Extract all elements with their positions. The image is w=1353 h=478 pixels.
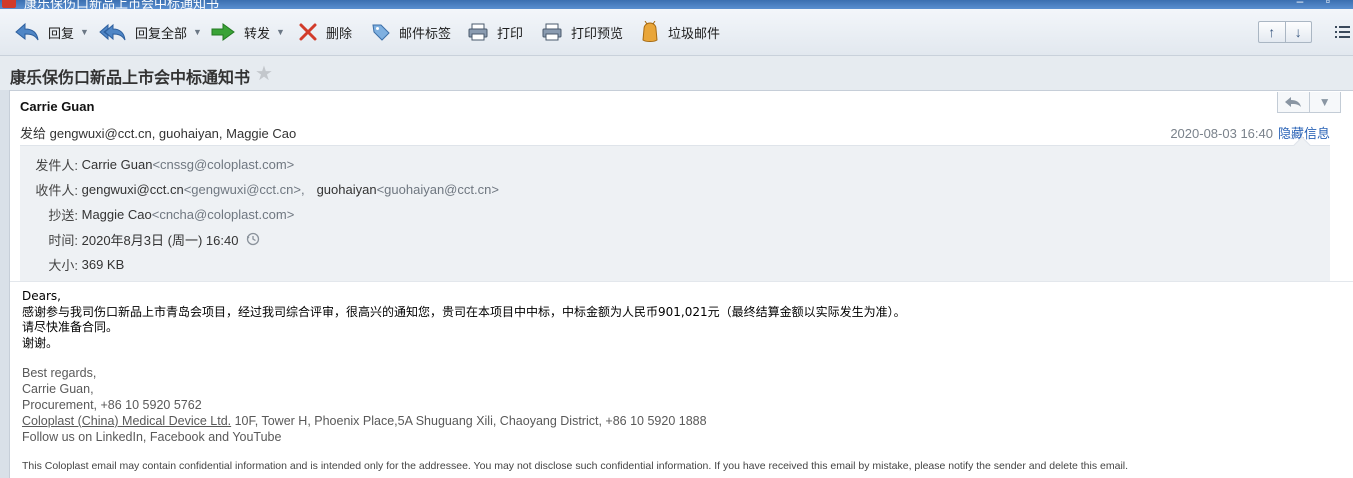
- arrow-down-icon: ↓: [1294, 24, 1302, 40]
- to-row: 收件人: gengwuxi@cct.cn <gengwuxi@cct.cn>, gu…: [35, 181, 499, 198]
- time-value: 2020年8月3日 (周一) 16:40: [81, 232, 239, 248]
- body-line: 谢谢。: [22, 335, 59, 350]
- to-address: <guohaiyan@cct.cn>: [376, 181, 499, 197]
- clock-icon[interactable]: [246, 232, 260, 246]
- size-row: 大小: 369 KB: [48, 256, 125, 273]
- next-message-button[interactable]: ↓: [1284, 22, 1312, 42]
- reply-icon: [1285, 97, 1302, 107]
- subject-bar: 康乐保伤口新品上市会中标通知书 ★: [0, 56, 1353, 90]
- cc-address: <cncha@coloplast.com>: [151, 206, 295, 222]
- chevron-down-icon[interactable]: ▼: [276, 27, 285, 37]
- forward-icon: [211, 23, 235, 41]
- from-name[interactable]: Carrie Guan: [82, 157, 153, 172]
- disclaimer: This Coloplast email may contain confide…: [22, 460, 1129, 472]
- message-nav-group: ↑ ↓: [1258, 21, 1312, 43]
- quick-reply-group: ▼: [1277, 92, 1341, 113]
- title-bar: 康乐保伤口新品上市会中标通知书 – ▫: [0, 0, 1353, 9]
- company-link[interactable]: Coloplast (China) Medical Device Ltd.: [22, 414, 231, 428]
- signature-address-line: Coloplast (China) Medical Device Ltd. 10…: [22, 413, 707, 429]
- printer-icon: [468, 23, 488, 41]
- date-line: 2020-08-03 16:40 隐藏信息: [1170, 123, 1330, 142]
- recipients-summary: 发给 gengwuxi@cct.cn, guohaiyan, Maggie Ca…: [20, 126, 297, 141]
- maximize-button[interactable]: ▫: [1318, 0, 1338, 8]
- from-row: 发件人: Carrie Guan <cnssg@coloplast.com>: [35, 156, 295, 173]
- reply-all-button[interactable]: 回复全部 ▼: [99, 20, 202, 44]
- toolbar: 回复 ▼ 回复全部 ▼ 转发 ▼ 删除 邮件标签 打印 打印预览 垃圾邮件 ↑ ↓: [0, 9, 1353, 56]
- print-button[interactable]: 打印: [467, 20, 523, 44]
- cc-name[interactable]: Maggie Cao: [82, 207, 152, 222]
- body-line: 感谢参与我司伤口新品上市青岛会项目，经过我司综合评审，很高兴的通知您，贵司在本项…: [22, 304, 906, 319]
- size-value: 369 KB: [81, 256, 125, 272]
- body-line: 请尽快准备合同。: [22, 320, 119, 334]
- chevron-down-icon[interactable]: ▼: [80, 27, 89, 37]
- reply-button[interactable]: 回复 ▼: [14, 20, 89, 44]
- message-body: Dears, 感谢参与我司伤口新品上市青岛会项目，经过我司综合评审，很高兴的通知…: [22, 289, 906, 351]
- junk-icon: [642, 21, 658, 42]
- company-address: 10F, Tower H, Phoenix Place,5A Shuguang …: [231, 414, 707, 428]
- signature-dept: Procurement, +86 10 5920 5762: [22, 398, 202, 412]
- list-view-icon[interactable]: [1334, 24, 1350, 40]
- delete-button[interactable]: 删除: [298, 20, 352, 44]
- sender-name[interactable]: Carrie Guan: [20, 99, 94, 114]
- chevron-down-icon: ▼: [1318, 95, 1331, 109]
- quick-reply-button[interactable]: [1278, 92, 1309, 112]
- to-name[interactable]: guohaiyan: [317, 182, 377, 197]
- minimize-button[interactable]: –: [1290, 0, 1310, 8]
- from-address: <cnssg@coloplast.com>: [152, 156, 295, 172]
- time-row: 时间: 2020年8月3日 (周一) 16:40: [20, 229, 260, 249]
- message-pane: Carrie Guan 发给 gengwuxi@cct.cn, guohaiya…: [9, 90, 1353, 478]
- more-actions-button[interactable]: ▼: [1308, 92, 1341, 112]
- junk-mail-button[interactable]: 垃圾邮件: [640, 20, 720, 44]
- signature-regards: Best regards,: [22, 366, 97, 380]
- window-title: 康乐保伤口新品上市会中标通知书: [24, 0, 220, 9]
- arrow-up-icon: ↑: [1268, 24, 1276, 40]
- chevron-down-icon[interactable]: ▼: [193, 27, 202, 37]
- print-preview-button[interactable]: 打印预览: [541, 20, 623, 44]
- mail-tag-button[interactable]: 邮件标签: [371, 20, 451, 44]
- cc-row: 抄送: Maggie Cao <cncha@coloplast.com>: [48, 206, 295, 223]
- star-icon[interactable]: ★: [255, 61, 273, 86]
- tag-icon: [372, 24, 390, 41]
- signature-name: Carrie Guan,: [22, 382, 94, 396]
- body-line: Dears,: [22, 289, 61, 303]
- to-name[interactable]: gengwuxi@cct.cn: [82, 182, 184, 197]
- delete-icon: [299, 23, 317, 41]
- previous-message-button[interactable]: ↑: [1259, 22, 1285, 42]
- signature: Best regards, Carrie Guan, Procurement, …: [22, 365, 707, 445]
- forward-button[interactable]: 转发 ▼: [210, 20, 285, 44]
- details-panel: 发件人: Carrie Guan <cnssg@coloplast.com> 收件…: [20, 136, 1330, 281]
- reply-icon: [15, 22, 39, 41]
- app-icon: [2, 0, 16, 8]
- signature-follow: Follow us on LinkedIn, Facebook and YouT…: [22, 430, 282, 444]
- print-preview-icon: [542, 23, 562, 41]
- message-subject: 康乐保伤口新品上市会中标通知书: [10, 70, 251, 87]
- to-address: <gengwuxi@cct.cn>,: [183, 181, 305, 197]
- reply-all-icon: [99, 23, 126, 41]
- message-date: 2020-08-03 16:40: [1170, 126, 1273, 141]
